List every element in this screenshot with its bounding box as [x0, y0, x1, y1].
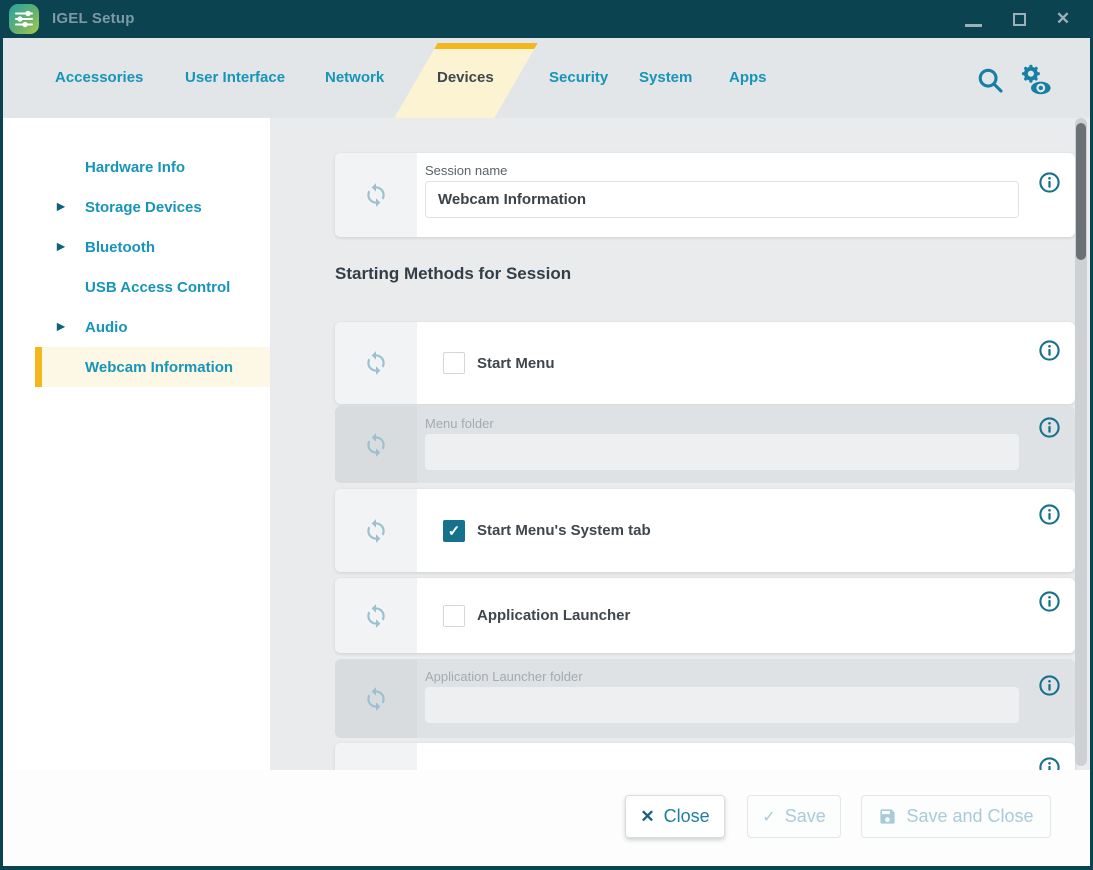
reset-strip[interactable]: [335, 659, 417, 738]
igel-setup-window: IGEL Setup ✕ Accessories User Interface …: [0, 0, 1093, 870]
section-heading: Starting Methods for Session: [335, 264, 571, 284]
reset-to-default-icon: [363, 686, 389, 712]
sidebar-list: Hardware Info ▶ Storage Devices ▶ Blueto…: [3, 147, 270, 387]
expand-arrow-icon[interactable]: ▶: [57, 322, 65, 333]
maximize-icon: [1013, 13, 1026, 26]
scrollbar-thumb[interactable]: [1076, 123, 1086, 260]
sidebar-item-label: Bluetooth: [85, 239, 155, 256]
settings-visibility-icon[interactable]: [1016, 62, 1054, 98]
close-button[interactable]: ✕ Close: [625, 795, 725, 838]
sidebar-item-label: USB Access Control: [85, 279, 230, 296]
close-x-icon: ✕: [640, 807, 654, 827]
save-floppy-icon: [878, 807, 897, 826]
session-name-input[interactable]: [425, 181, 1019, 218]
next-setting-card-partial: [335, 743, 1075, 770]
sidebar-item-label: Audio: [85, 319, 128, 336]
window-title: IGEL Setup: [52, 10, 135, 27]
system-tab-label: Start Menu's System tab: [477, 522, 651, 539]
save-check-icon: ✓: [762, 807, 775, 827]
system-tab-checkbox[interactable]: ✓: [443, 520, 465, 542]
save-button-label: Save: [785, 806, 826, 827]
expand-arrow-icon[interactable]: ▶: [57, 202, 65, 213]
reset-strip[interactable]: [335, 406, 417, 483]
titlebar: IGEL Setup ✕: [0, 0, 1093, 38]
reset-to-default-icon: [363, 603, 389, 629]
application-launcher-checkbox[interactable]: [443, 605, 465, 627]
application-launcher-folder-card: Application Launcher folder: [335, 659, 1075, 738]
reset-strip[interactable]: [335, 743, 417, 770]
session-name-body: Session name: [417, 153, 1075, 237]
application-launcher-folder-label: Application Launcher folder: [425, 669, 1075, 684]
reset-to-default-icon: [363, 182, 389, 208]
info-icon[interactable]: [1038, 171, 1061, 194]
reset-strip[interactable]: [335, 489, 417, 572]
window-close-button[interactable]: ✕: [1046, 0, 1080, 38]
check-icon: ✓: [448, 522, 461, 540]
application-launcher-folder-input[interactable]: [425, 687, 1019, 723]
tab-bar: Accessories User Interface Network Devic…: [3, 38, 1090, 118]
igel-app-icon: [9, 4, 39, 34]
start-menu-checkbox[interactable]: [443, 352, 465, 374]
tab-apps[interactable]: Apps: [729, 69, 767, 86]
start-menu-body: Start Menu: [417, 322, 1075, 404]
reset-strip[interactable]: [335, 322, 417, 404]
next-setting-body: [417, 743, 1075, 770]
save-and-close-button-label: Save and Close: [906, 806, 1033, 827]
close-icon: ✕: [1056, 9, 1070, 29]
info-icon[interactable]: [1038, 674, 1061, 697]
tab-devices[interactable]: Devices: [437, 69, 494, 86]
sidebar-item-webcam-information[interactable]: Webcam Information: [35, 347, 270, 387]
sidebar-item-audio[interactable]: ▶ Audio: [35, 307, 270, 347]
sidebar-item-label: Storage Devices: [85, 199, 202, 216]
sidebar-item-usb-access-control[interactable]: USB Access Control: [35, 267, 270, 307]
application-launcher-body: Application Launcher: [417, 578, 1075, 653]
system-tab-body: ✓ Start Menu's System tab: [417, 489, 1075, 572]
sidebar-item-bluetooth[interactable]: ▶ Bluetooth: [35, 227, 270, 267]
minimize-icon: [965, 24, 982, 27]
expand-arrow-icon[interactable]: ▶: [57, 242, 65, 253]
sidebar-item-label: Hardware Info: [85, 159, 185, 176]
session-name-card: Session name: [335, 153, 1075, 237]
close-button-label: Close: [664, 806, 710, 827]
settings-panel: Session name Starting Methods for Sessio…: [270, 118, 1090, 770]
sidebar: Hardware Info ▶ Storage Devices ▶ Blueto…: [3, 118, 270, 770]
save-and-close-button[interactable]: Save and Close: [861, 795, 1051, 838]
sidebar-item-label: Webcam Information: [85, 359, 233, 376]
tab-network[interactable]: Network: [325, 69, 384, 86]
info-icon[interactable]: [1038, 590, 1061, 613]
save-button[interactable]: ✓ Save: [747, 795, 841, 838]
sidebar-item-storage-devices[interactable]: ▶ Storage Devices: [35, 187, 270, 227]
session-name-label: Session name: [425, 163, 1075, 178]
system-tab-card: ✓ Start Menu's System tab: [335, 489, 1075, 572]
reset-to-default-icon: [363, 432, 389, 458]
reset-to-default-icon: [363, 518, 389, 544]
vertical-scrollbar[interactable]: [1075, 118, 1087, 766]
menu-folder-label: Menu folder: [425, 416, 1075, 431]
search-icon[interactable]: [975, 65, 1005, 95]
application-launcher-card: Application Launcher: [335, 578, 1075, 653]
info-icon[interactable]: [1038, 416, 1061, 439]
reset-strip[interactable]: [335, 153, 417, 237]
application-launcher-folder-body: Application Launcher folder: [417, 659, 1075, 738]
tab-security[interactable]: Security: [549, 69, 608, 86]
info-icon[interactable]: [1038, 503, 1061, 526]
start-menu-card: Start Menu: [335, 322, 1075, 404]
sidebar-item-hardware-info[interactable]: Hardware Info: [35, 147, 270, 187]
tab-accessories[interactable]: Accessories: [55, 69, 143, 86]
menu-folder-card: Menu folder: [335, 406, 1075, 483]
menu-folder-input[interactable]: [425, 434, 1019, 470]
footer: ✕ Close ✓ Save Save and Close: [3, 770, 1090, 866]
reset-to-default-icon: [363, 350, 389, 376]
start-menu-label: Start Menu: [477, 355, 555, 372]
reset-strip[interactable]: [335, 578, 417, 653]
minimize-button[interactable]: [956, 0, 990, 38]
menu-folder-body: Menu folder: [417, 406, 1075, 483]
tab-system[interactable]: System: [639, 69, 692, 86]
maximize-button[interactable]: [1002, 0, 1036, 38]
application-launcher-label: Application Launcher: [477, 607, 630, 624]
tab-user-interface[interactable]: User Interface: [185, 69, 285, 86]
info-icon[interactable]: [1038, 756, 1061, 770]
info-icon[interactable]: [1038, 339, 1061, 362]
